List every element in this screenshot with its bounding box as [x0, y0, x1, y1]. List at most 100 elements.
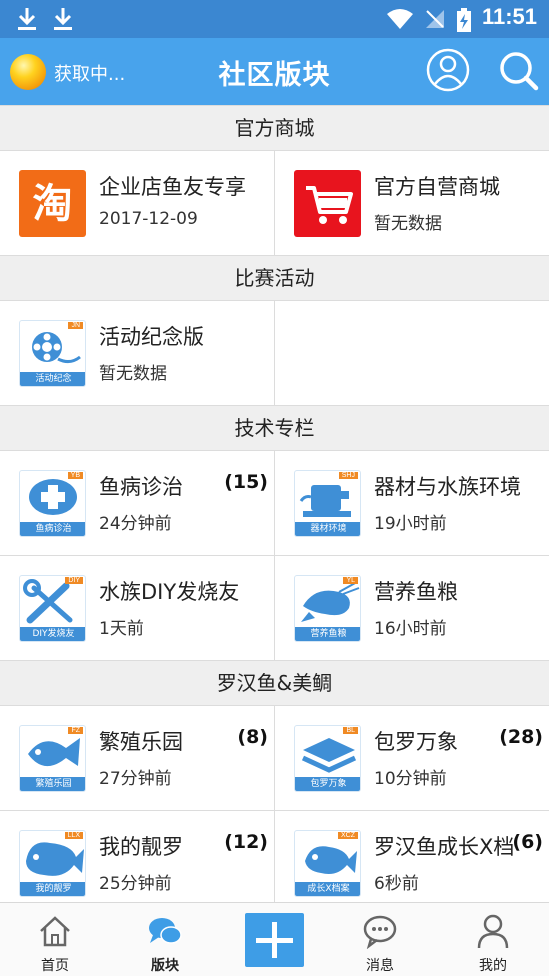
forum-name: 包罗万象	[374, 730, 458, 754]
forum-abbr-badge: YB	[67, 472, 83, 479]
forum-abbr-badge: LLX	[64, 832, 83, 839]
home-icon	[40, 916, 70, 947]
nav-label: 我的	[479, 958, 507, 974]
forum-name: 官方自营商城	[374, 175, 500, 199]
forum-name: 罗汉鱼成长X档	[374, 835, 515, 859]
section-header-tech-column: 技术专栏	[0, 405, 549, 451]
taobao-icon: 淘	[19, 170, 86, 237]
post-count-badge: (8)	[237, 726, 268, 748]
forum-last-update: 16小时前	[374, 619, 447, 639]
section-header-competitions: 比赛活动	[0, 255, 549, 301]
download-icon	[18, 8, 36, 30]
forum-row: JN 活动纪念 活动纪念版 暂无数据	[0, 301, 549, 406]
download-icon	[54, 8, 72, 30]
icon-caption: 鱼病诊治	[20, 522, 85, 536]
forum-row: DIY DIY发烧友 水族DIY发烧友 1天前 YL 营养鱼粮 营养鱼粮 16小…	[0, 556, 549, 661]
forum-last-update: 25分钟前	[99, 874, 172, 894]
icon-caption: 我的靓罗	[20, 882, 85, 896]
forum-last-update: 6秒前	[374, 874, 419, 894]
forum-abbr-badge: FZ	[68, 727, 83, 734]
no-signal-icon	[426, 10, 444, 28]
tools-icon: DIY DIY发烧友	[19, 575, 86, 642]
icon-caption: DIY发烧友	[20, 627, 85, 641]
plus-icon	[256, 922, 293, 958]
app-header: 获取中... 社区版块	[0, 38, 549, 105]
clock: 11:51	[481, 4, 537, 29]
message-icon	[363, 915, 397, 949]
forum-item-flowerhorn-growth[interactable]: XCZ 成长X档案 罗汉鱼成长X档 6秒前 (6)	[275, 811, 549, 903]
forum-last-update: 暂无数据	[99, 364, 167, 384]
post-count-badge: (28)	[499, 726, 543, 748]
section-header-flowerhorn: 罗汉鱼&美鲷	[0, 660, 549, 706]
forum-last-update: 10分钟前	[374, 769, 447, 789]
forum-last-update: 24分钟前	[99, 514, 172, 534]
forum-item-official-mall[interactable]: 官方自营商城 暂无数据	[275, 151, 549, 255]
forum-abbr-badge: DIY	[65, 577, 83, 584]
bottom-navigation: 首页 版块 消息 我的	[0, 902, 549, 976]
post-count-badge: (12)	[224, 831, 268, 853]
forum-abbr-badge: YL	[343, 577, 358, 584]
nav-profile[interactable]: 我的	[438, 903, 548, 976]
post-add-button[interactable]	[245, 913, 304, 967]
status-bar: 11:51	[0, 0, 549, 38]
forum-item-fish-food[interactable]: YL 营养鱼粮 营养鱼粮 16小时前	[275, 556, 549, 660]
post-count-badge: (6)	[512, 831, 543, 853]
nav-label: 版块	[151, 958, 179, 974]
forum-item-breeding-park[interactable]: FZ 繁殖乐园 繁殖乐园 27分钟前 (8)	[0, 706, 274, 810]
forum-row: FZ 繁殖乐园 繁殖乐园 27分钟前 (8) BL 包罗万象 包罗万象 10分钟…	[0, 706, 549, 811]
forum-item-fish-disease[interactable]: YB 鱼病诊治 鱼病诊治 24分钟前 (15)	[0, 451, 274, 555]
forum-last-update: 暂无数据	[374, 214, 442, 234]
post-count-badge: (15)	[224, 471, 268, 493]
shrimp-icon: YL 营养鱼粮	[294, 575, 361, 642]
user-icon[interactable]	[426, 48, 470, 92]
forum-row: YB 鱼病诊治 鱼病诊治 24分钟前 (15) SHJ 器材环境 器材与水族环境…	[0, 451, 549, 556]
icon-caption: 成长X档案	[295, 882, 360, 896]
icon-caption: 繁殖乐园	[20, 777, 85, 791]
svg-text:淘: 淘	[33, 181, 73, 227]
shopping-cart-icon	[294, 170, 361, 237]
forum-abbr-badge: SHJ	[338, 472, 358, 479]
forum-name: 水族DIY发烧友	[99, 580, 240, 604]
forum-name: 器材与水族环境	[374, 475, 521, 499]
chat-bubbles-icon	[149, 918, 182, 944]
flowerhorn-growth-icon: XCZ 成长X档案	[294, 830, 361, 897]
forum-last-update: 2017-12-09	[99, 209, 198, 229]
section-header-official-mall: 官方商城	[0, 105, 549, 151]
forum-name: 鱼病诊治	[99, 475, 183, 499]
film-reel-icon: JN 活动纪念	[19, 320, 86, 387]
flowerhorn-fish-icon: LLX 我的靓罗	[19, 830, 86, 897]
forum-item-event-memorial[interactable]: JN 活动纪念 活动纪念版 暂无数据	[0, 301, 274, 405]
forum-item-my-flowerhorn[interactable]: LLX 我的靓罗 我的靓罗 25分钟前 (12)	[0, 811, 274, 903]
forum-name: 企业店鱼友专享	[99, 175, 246, 199]
forum-item-equipment-environment[interactable]: SHJ 器材环境 器材与水族环境 19小时前	[275, 451, 549, 555]
forum-name: 营养鱼粮	[374, 580, 458, 604]
forum-item-all-inclusive[interactable]: BL 包罗万象 包罗万象 10分钟前 (28)	[275, 706, 549, 810]
forum-name: 繁殖乐园	[99, 730, 183, 754]
forum-item-enterprise-store[interactable]: 淘 企业店鱼友专享 2017-12-09	[0, 151, 274, 255]
forum-abbr-badge: XCZ	[338, 832, 358, 839]
search-icon[interactable]	[496, 48, 540, 92]
forum-abbr-badge: JN	[68, 322, 83, 329]
forum-last-update: 27分钟前	[99, 769, 172, 789]
icon-caption: 活动纪念	[20, 372, 85, 386]
icon-caption: 器材环境	[295, 522, 360, 536]
forum-last-update: 1天前	[99, 619, 144, 639]
nav-home[interactable]: 首页	[0, 903, 110, 976]
forum-name: 我的靓罗	[99, 835, 183, 859]
forum-last-update: 19小时前	[374, 514, 447, 534]
wifi-icon	[387, 9, 413, 29]
nav-label: 消息	[366, 958, 394, 974]
forum-name: 活动纪念版	[99, 325, 204, 349]
person-icon	[477, 914, 509, 949]
forum-row: LLX 我的靓罗 我的靓罗 25分钟前 (12) XCZ 成长X档案 罗汉鱼成长…	[0, 811, 549, 903]
aquarium-equipment-icon: SHJ 器材环境	[294, 470, 361, 537]
nav-messages[interactable]: 消息	[325, 903, 435, 976]
icon-caption: 包罗万象	[295, 777, 360, 791]
nav-label: 首页	[41, 958, 69, 974]
medical-cross-icon: YB 鱼病诊治	[19, 470, 86, 537]
battery-charging-icon	[457, 8, 471, 32]
forum-abbr-badge: BL	[343, 727, 358, 734]
layers-icon: BL 包罗万象	[294, 725, 361, 792]
nav-boards[interactable]: 版块	[110, 903, 220, 976]
forum-item-aquarium-diy[interactable]: DIY DIY发烧友 水族DIY发烧友 1天前	[0, 556, 274, 660]
